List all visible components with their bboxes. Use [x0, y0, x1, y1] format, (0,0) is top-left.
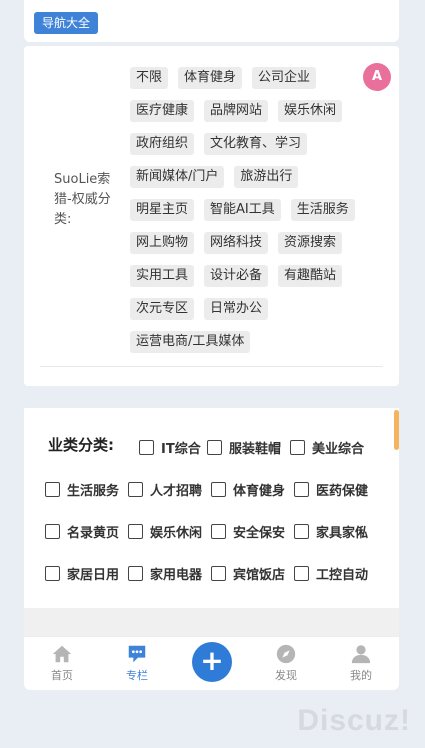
category-tag[interactable]: 明星主页: [130, 199, 195, 221]
checkbox[interactable]: [128, 482, 143, 497]
business-option-label: 医药保健: [316, 484, 369, 499]
category-tag[interactable]: 网上购物: [130, 232, 195, 254]
category-tag[interactable]: 政府组织: [130, 133, 195, 155]
checkbox[interactable]: [294, 524, 309, 539]
category-tag[interactable]: 公司企业: [252, 67, 317, 89]
category-tags: 不限 体育健身 公司企业医疗健康 品牌网站 娱乐休闲政府组织 文化教育、学习新闻媒体/门户…: [130, 67, 365, 353]
business-option-label: 服装鞋帽: [229, 442, 282, 457]
checkbox[interactable]: [45, 566, 60, 581]
category-tag[interactable]: 体育健身: [178, 67, 243, 89]
nav-mine-label: 我的: [350, 669, 372, 682]
business-option[interactable]: 安全保安: [211, 522, 285, 541]
business-option-label: IT综合: [161, 442, 201, 457]
category-tag[interactable]: 有趣酷站: [278, 265, 343, 287]
bottom-nav: 首页 专栏 + 发现 我的: [24, 636, 399, 690]
home-icon: [52, 645, 72, 663]
checkbox[interactable]: [290, 440, 305, 455]
category-tag[interactable]: 娱乐休闲: [278, 100, 343, 122]
chat-icon: [128, 645, 146, 663]
checkbox[interactable]: [45, 524, 60, 539]
nav-column[interactable]: 专栏: [105, 637, 169, 683]
business-option[interactable]: 宾馆饭店: [211, 564, 285, 583]
plus-button[interactable]: +: [192, 642, 232, 682]
business-card: 业类分类: IT综合 服装鞋帽 美业综合生活服务 人才招聘 体育健身 医药保健名录黄页 娱乐…: [24, 408, 399, 608]
nav-home-label: 首页: [51, 669, 73, 682]
business-option[interactable]: 体育健身: [211, 480, 285, 499]
scrollbar-thumb[interactable]: [394, 410, 399, 450]
business-option-label: 体育健身: [233, 484, 286, 499]
category-tag[interactable]: 资源搜索: [278, 232, 343, 254]
category-tag[interactable]: 文化教育、学习: [204, 133, 308, 155]
category-tag[interactable]: 网络科技: [204, 232, 269, 254]
category-tag[interactable]: 旅游出行: [234, 166, 299, 188]
business-option-label: 名录黄页: [67, 526, 120, 541]
business-option[interactable]: 家居日用: [45, 564, 119, 583]
divider: [40, 366, 383, 367]
business-option[interactable]: 工控自动: [294, 564, 368, 583]
business-option-label: 家居日用: [67, 568, 120, 583]
nav-mine[interactable]: 我的: [329, 637, 393, 683]
checkbox[interactable]: [139, 440, 154, 455]
business-option[interactable]: 家具家俬: [294, 522, 368, 541]
business-option-label: 家用电器: [150, 568, 203, 583]
checkbox[interactable]: [128, 566, 143, 581]
category-tag[interactable]: 品牌网站: [204, 100, 269, 122]
top-strip: 导航大全: [24, 0, 399, 42]
business-option-label: 工控自动: [316, 568, 369, 583]
business-option-label: 宾馆饭店: [233, 568, 286, 583]
checkbox[interactable]: [45, 482, 60, 497]
user-icon: [351, 645, 371, 664]
checkbox[interactable]: [211, 566, 226, 581]
business-option-label: 人才招聘: [150, 484, 203, 499]
business-option[interactable]: 人才招聘: [128, 480, 202, 499]
business-option-label: 娱乐休闲: [150, 526, 203, 541]
checkbox[interactable]: [294, 482, 309, 497]
business-option[interactable]: 美业综合: [290, 438, 364, 457]
business-option-label: 家具家俬: [316, 526, 369, 541]
business-option[interactable]: 名录黄页: [45, 522, 119, 541]
business-option[interactable]: IT综合: [139, 438, 201, 457]
nav-all-badge[interactable]: 导航大全: [34, 12, 99, 34]
discuz-watermark: Discuz!: [297, 704, 411, 737]
checkbox[interactable]: [128, 524, 143, 539]
nav-discover[interactable]: 发现: [254, 637, 318, 683]
category-tag[interactable]: 实用工具: [130, 265, 195, 287]
business-option-label: 安全保安: [233, 526, 286, 541]
compass-icon: [276, 644, 296, 664]
category-label: SuoLie索猎-权威分类:: [54, 172, 111, 227]
category-tag[interactable]: 新闻媒体/门户: [130, 166, 225, 188]
category-tag[interactable]: 医疗健康: [130, 100, 195, 122]
category-tag[interactable]: 次元专区: [130, 298, 195, 320]
nav-discover-label: 发现: [275, 669, 297, 682]
business-title: 业类分类:: [48, 436, 114, 454]
business-option[interactable]: 医药保健: [294, 480, 368, 499]
business-option[interactable]: 服装鞋帽: [207, 438, 281, 457]
category-tag[interactable]: 不限: [130, 67, 169, 89]
category-card: A SuoLie索猎-权威分类: 不限 体育健身 公司企业医疗健康 品牌网站 娱乐休闲政…: [24, 46, 399, 386]
category-tag[interactable]: 运营电商/工具媒体: [130, 331, 251, 353]
checkbox[interactable]: [294, 566, 309, 581]
business-option[interactable]: 生活服务: [45, 480, 119, 499]
business-option-label: 生活服务: [67, 484, 120, 499]
translate-icon[interactable]: A: [363, 63, 391, 91]
gray-band: [24, 608, 399, 636]
nav-column-label: 专栏: [126, 669, 148, 682]
checkbox[interactable]: [211, 524, 226, 539]
business-option-label: 美业综合: [312, 442, 365, 457]
business-option[interactable]: 家用电器: [128, 564, 202, 583]
checkbox[interactable]: [211, 482, 226, 497]
checkbox[interactable]: [207, 440, 222, 455]
nav-home[interactable]: 首页: [30, 637, 94, 683]
category-tag[interactable]: 智能AI工具: [204, 199, 281, 221]
category-tag[interactable]: 日常办公: [204, 298, 269, 320]
business-option[interactable]: 娱乐休闲: [128, 522, 202, 541]
category-tag[interactable]: 生活服务: [290, 199, 355, 221]
category-tag[interactable]: 设计必备: [204, 265, 269, 287]
